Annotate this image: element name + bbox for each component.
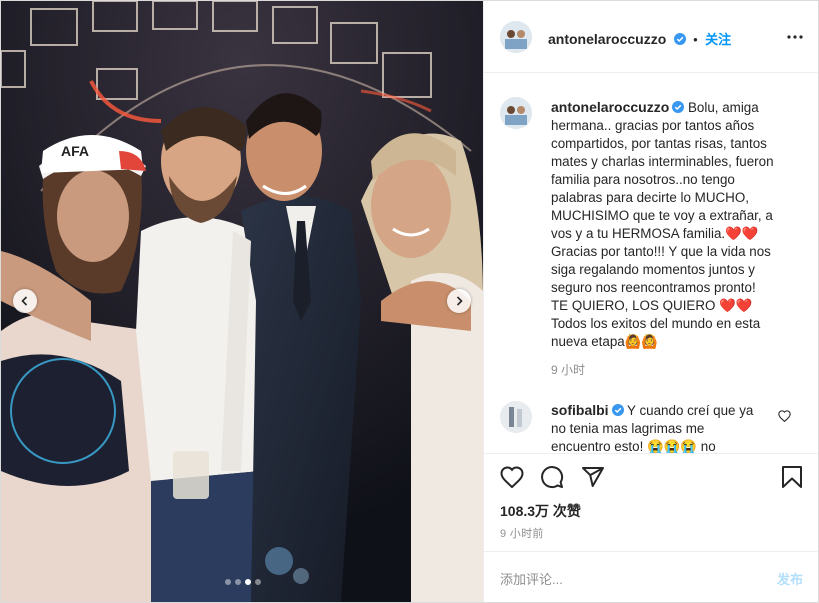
caption-line: Gracias por tanto!!! Y que la vida nos — [551, 244, 771, 259]
caption-line: Bolu, amiga — [687, 100, 759, 115]
post-header: antonelaroccuzzo • 关注 — [484, 1, 818, 73]
follow-button[interactable]: 关注 — [705, 32, 731, 47]
commenter-avatar[interactable] — [500, 401, 532, 433]
comment-line: no tenia mas lagrimas me — [551, 421, 705, 436]
caption-line: MUCHISIMO que te voy a extrañar, a — [551, 208, 773, 223]
separator-dot: • — [693, 32, 698, 47]
add-comment-input[interactable]: 添加评论... — [500, 569, 563, 588]
like-heart-icon[interactable] — [500, 466, 524, 493]
caption-username[interactable]: antonelaroccuzzo — [551, 99, 669, 115]
chevron-left-icon — [19, 295, 31, 307]
caption: antonelaroccuzzo Bolu, amiga hermana.. g… — [551, 98, 801, 379]
carousel-dot — [225, 579, 231, 585]
like-count[interactable]: 108.3万 次赞 — [500, 501, 581, 521]
save-bookmark-icon[interactable] — [781, 465, 803, 494]
caption-line: compartidos, por tantas risas, tantos — [551, 136, 767, 151]
caption-line: palabras para decirte lo MUCHO, — [551, 190, 749, 205]
post-actions: 108.3万 次赞 9 小时前 — [484, 453, 818, 552]
post-username[interactable]: antonelaroccuzzo — [548, 31, 666, 47]
svg-text:AFA: AFA — [61, 143, 89, 159]
caption-line: familia para nosotros..no tengo — [551, 172, 735, 187]
caption-line: vos y a tu HERMOSA familia.❤️❤️ — [551, 226, 759, 241]
next-photo-button[interactable] — [447, 289, 471, 313]
post-comment-button[interactable]: 发布 — [777, 569, 803, 588]
post-panel: antonelaroccuzzo • 关注 antonelaroccuzzo B… — [483, 1, 818, 602]
caption-line: siga regalando momentos juntos y — [551, 262, 755, 277]
verified-badge-icon — [611, 403, 624, 416]
comment-line: encuentro esto! 😭😭😭 no — [551, 439, 716, 453]
more-options-icon[interactable] — [786, 29, 804, 50]
carousel-dot — [235, 579, 241, 585]
comments-section[interactable]: antonelaroccuzzo Bolu, amiga hermana.. g… — [484, 73, 818, 453]
comment-bubble-icon[interactable] — [540, 465, 564, 494]
share-send-icon[interactable] — [581, 465, 605, 494]
post-photo[interactable]: AFA — [1, 1, 483, 602]
caption-line: hermana.. gracias por tantos años — [551, 118, 755, 133]
commenter-username[interactable]: sofibalbi — [551, 402, 609, 418]
avatar[interactable] — [500, 21, 532, 53]
caption-avatar[interactable] — [500, 97, 532, 129]
carousel-indicators — [225, 579, 261, 585]
comment-line: Y cuando creí que ya — [627, 403, 754, 418]
verified-badge-icon — [672, 100, 685, 113]
comment: sofibalbi Y cuando creí que ya no tenia … — [551, 401, 761, 453]
carousel-dot — [255, 579, 261, 585]
caption-line: seguro nos reencontramos pronto! — [551, 280, 756, 295]
add-comment-bar: 添加评论... 发布 — [484, 551, 818, 602]
carousel-dot-active — [245, 579, 251, 585]
caption-line: nueva etapa🙆🙆 — [551, 334, 659, 349]
post-modal: AFA antonelaroccuzzo • 关注 antonelaroccuz… — [0, 0, 819, 603]
verified-badge-icon — [673, 32, 686, 45]
post-timestamp[interactable]: 9 小时前 — [500, 525, 544, 541]
caption-line: TE QUIERO, LOS QUIERO ❤️❤️ — [551, 298, 753, 313]
chevron-right-icon — [453, 295, 465, 307]
photo-illustration: AFA — [1, 1, 483, 602]
prev-photo-button[interactable] — [13, 289, 37, 313]
caption-time[interactable]: 9 小时 — [551, 361, 801, 379]
caption-line: mates y charlas interminables, fueron — [551, 154, 774, 169]
caption-line: Todos los exitos del mundo en esta — [551, 316, 761, 331]
comment-like-heart-icon[interactable] — [778, 409, 791, 427]
